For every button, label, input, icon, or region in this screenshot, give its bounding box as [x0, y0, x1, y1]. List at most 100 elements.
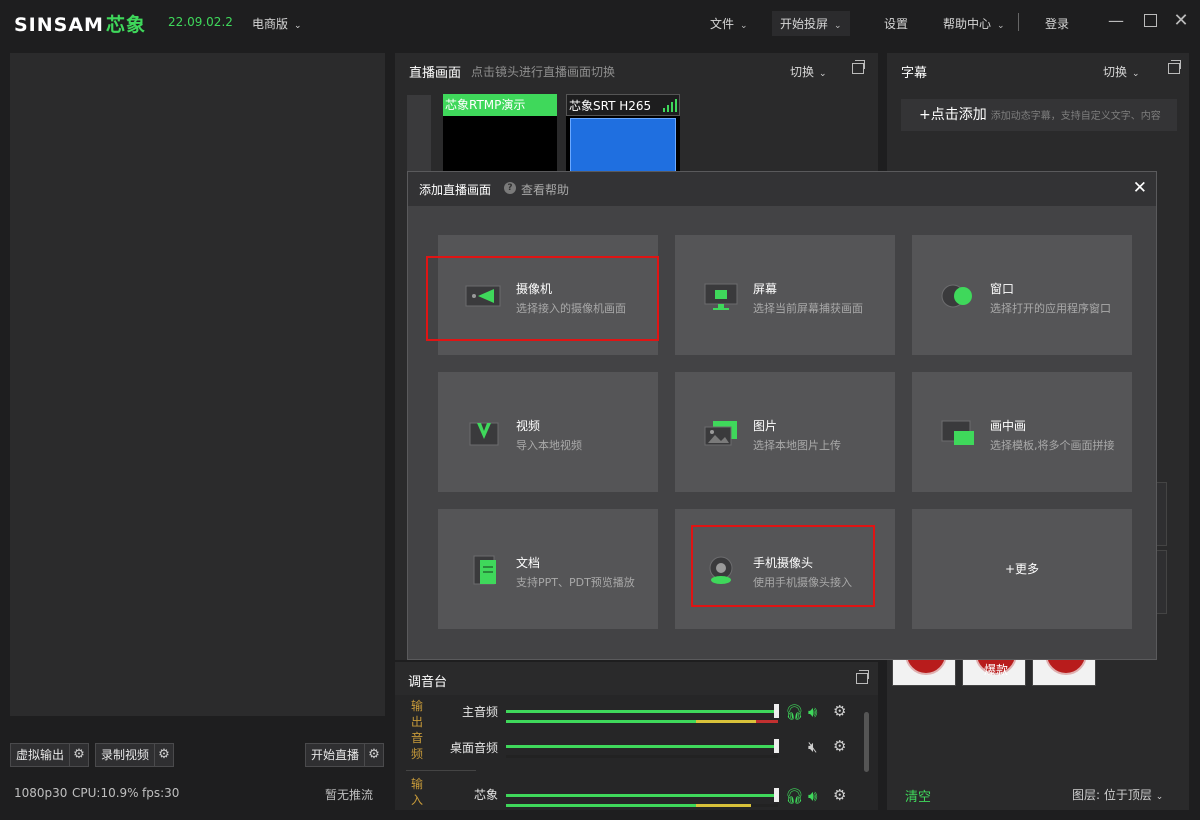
- channel-name: 芯象: [473, 788, 498, 802]
- volume-slider[interactable]: [506, 710, 778, 713]
- menu-start-cast[interactable]: 开始投屏 ⌄: [772, 11, 850, 36]
- scene-thumbnail: [570, 118, 676, 174]
- tile-desc: 导入本地视频: [516, 439, 582, 452]
- volume-slider[interactable]: [506, 745, 778, 748]
- volume-knob[interactable]: [774, 788, 779, 802]
- tile-name: 文档: [516, 556, 541, 570]
- source-tile-video[interactable]: 视频 导入本地视频: [438, 372, 658, 492]
- volume-knob[interactable]: [774, 739, 779, 753]
- source-tile-window[interactable]: 窗口 选择打开的应用程序窗口: [912, 235, 1132, 355]
- app-version: 22.09.02.2: [168, 15, 233, 29]
- headphone-icon[interactable]: 🎧︎: [785, 788, 804, 804]
- level-meter: [506, 720, 778, 723]
- menu-help-center[interactable]: 帮助中心 ⌄: [943, 15, 1005, 32]
- record-video-button[interactable]: 录制视频: [95, 743, 156, 767]
- volume-slider[interactable]: [506, 794, 778, 797]
- channel-name: 桌面音频: [449, 741, 498, 755]
- level-meter: [506, 804, 778, 807]
- clear-button[interactable]: 清空: [905, 786, 931, 805]
- volume-knob[interactable]: [774, 704, 779, 718]
- tile-name: 图片: [753, 419, 778, 433]
- scene-card[interactable]: 芯象SRT H265: [566, 94, 680, 174]
- live-panel-header: 直播画面 点击镜头进行直播画面切换 切换 ⌄: [395, 53, 878, 87]
- start-live-button[interactable]: 开始直播: [305, 743, 366, 767]
- virtual-output-settings-icon[interactable]: ⚙: [69, 743, 89, 767]
- layer-dropdown[interactable]: 图层: 位于顶层 ⌄: [1072, 786, 1163, 803]
- tile-name: 视频: [516, 419, 541, 433]
- scene-scroll-handle[interactable]: [407, 95, 431, 175]
- channel-settings-icon[interactable]: ⚙: [833, 703, 846, 719]
- record-settings-icon[interactable]: ⚙: [154, 743, 174, 767]
- speaker-muted-icon[interactable]: 🔇︎: [808, 739, 817, 755]
- live-panel-hint: 点击镜头进行直播画面切换: [471, 65, 616, 79]
- tile-desc: 选择当前屏幕捕获画面: [753, 302, 863, 315]
- minimize-icon[interactable]: —: [1105, 10, 1127, 32]
- signal-icon: [539, 98, 555, 112]
- status-cpu: CPU:10.9%: [72, 786, 139, 800]
- channel-name: 主音频: [461, 705, 498, 719]
- view-help-link[interactable]: 查看帮助: [521, 181, 569, 198]
- subtitle-panel-header: 字幕 切换 ⌄: [887, 53, 1189, 87]
- source-tile-screen[interactable]: 屏幕 选择当前屏幕捕获画面: [675, 235, 895, 355]
- tile-name: 窗口: [990, 282, 1015, 296]
- tile-desc: 选择打开的应用程序窗口: [990, 302, 1111, 315]
- tile-name: 屏幕: [753, 282, 778, 296]
- highlight-box-camera: [426, 256, 659, 341]
- mixer-scrollbar[interactable]: [864, 712, 869, 772]
- dialog-title: 添加直播画面: [419, 183, 492, 197]
- close-icon[interactable]: ✕: [1133, 178, 1147, 198]
- dialog-header: 添加直播画面 ? 查看帮助 ✕: [408, 172, 1156, 206]
- maximize-icon[interactable]: [1139, 10, 1161, 32]
- live-switch-dropdown[interactable]: 切换 ⌄: [790, 63, 827, 80]
- channel-settings-icon[interactable]: ⚙: [833, 787, 846, 803]
- status-push: 暂无推流: [325, 788, 374, 802]
- virtual-output-button[interactable]: 虚拟输出: [10, 743, 71, 767]
- program-preview: [10, 53, 385, 716]
- video-icon: [469, 422, 499, 446]
- popout-icon[interactable]: [856, 670, 869, 684]
- pip-icon: [941, 420, 974, 445]
- title-bar: SINSAM 芯象 22.09.02.2 电商版 ⌄ 文件 ⌄ 开始投屏 ⌄ 设置 帮助…: [0, 0, 1200, 44]
- tile-name: 画中画: [990, 419, 1027, 433]
- highlight-box-phone-camera: [691, 525, 875, 607]
- menu-file[interactable]: 文件 ⌄: [710, 15, 748, 32]
- source-tile-pip[interactable]: 画中画 选择模板,将多个画面拼接: [912, 372, 1132, 492]
- source-tile-image[interactable]: 图片 选择本地图片上传: [675, 372, 895, 492]
- live-settings-icon[interactable]: ⚙: [364, 743, 384, 767]
- help-icon[interactable]: ?: [504, 182, 516, 194]
- scene-card[interactable]: 芯象RTMP演示: [443, 94, 557, 174]
- popout-icon[interactable]: [852, 60, 865, 74]
- source-tile-more[interactable]: +更多: [912, 509, 1132, 629]
- app-logo: SINSAM 芯象: [14, 14, 146, 36]
- tile-desc: 选择本地图片上传: [753, 439, 841, 452]
- monitor-icon: [704, 283, 738, 310]
- menu-settings[interactable]: 设置: [884, 15, 908, 32]
- mixer-title: 调音台: [408, 675, 448, 690]
- status-fps: fps:30: [142, 786, 180, 800]
- add-subtitle-button[interactable]: +点击添加 添加动态字幕，支持自定义文字、内容: [901, 99, 1177, 131]
- window-icon: [941, 284, 972, 308]
- login-button[interactable]: 登录: [1045, 15, 1069, 32]
- tile-desc: 支持PPT、PDT预览播放: [516, 576, 635, 589]
- output-group-label: 输出音频: [410, 699, 423, 761]
- headphone-icon[interactable]: 🎧︎: [785, 704, 804, 720]
- level-meter: [506, 755, 778, 758]
- subtitle-switch-dropdown[interactable]: 切换 ⌄: [1103, 63, 1140, 80]
- source-tile-document[interactable]: 文档 支持PPT、PDT预览播放: [438, 509, 658, 629]
- popout-icon[interactable]: [1168, 60, 1181, 74]
- signal-icon: [662, 98, 678, 112]
- channel-settings-icon[interactable]: ⚙: [833, 738, 846, 754]
- input-group-label: 输入: [410, 777, 423, 807]
- tile-desc: 选择模板,将多个画面拼接: [990, 439, 1115, 452]
- subtitle-panel-title: 字幕: [901, 66, 928, 81]
- image-icon: [704, 421, 737, 446]
- mixer-divider: [406, 770, 476, 771]
- close-window-icon[interactable]: ✕: [1170, 10, 1192, 32]
- document-icon: [473, 555, 496, 585]
- more-label: +更多: [1004, 562, 1040, 576]
- speaker-icon[interactable]: 🔊︎: [808, 704, 817, 720]
- edition-dropdown[interactable]: 电商版 ⌄: [252, 15, 302, 32]
- status-resolution: 1080p30: [14, 786, 68, 800]
- speaker-icon[interactable]: 🔊︎: [808, 788, 817, 804]
- live-panel-title: 直播画面: [409, 66, 462, 81]
